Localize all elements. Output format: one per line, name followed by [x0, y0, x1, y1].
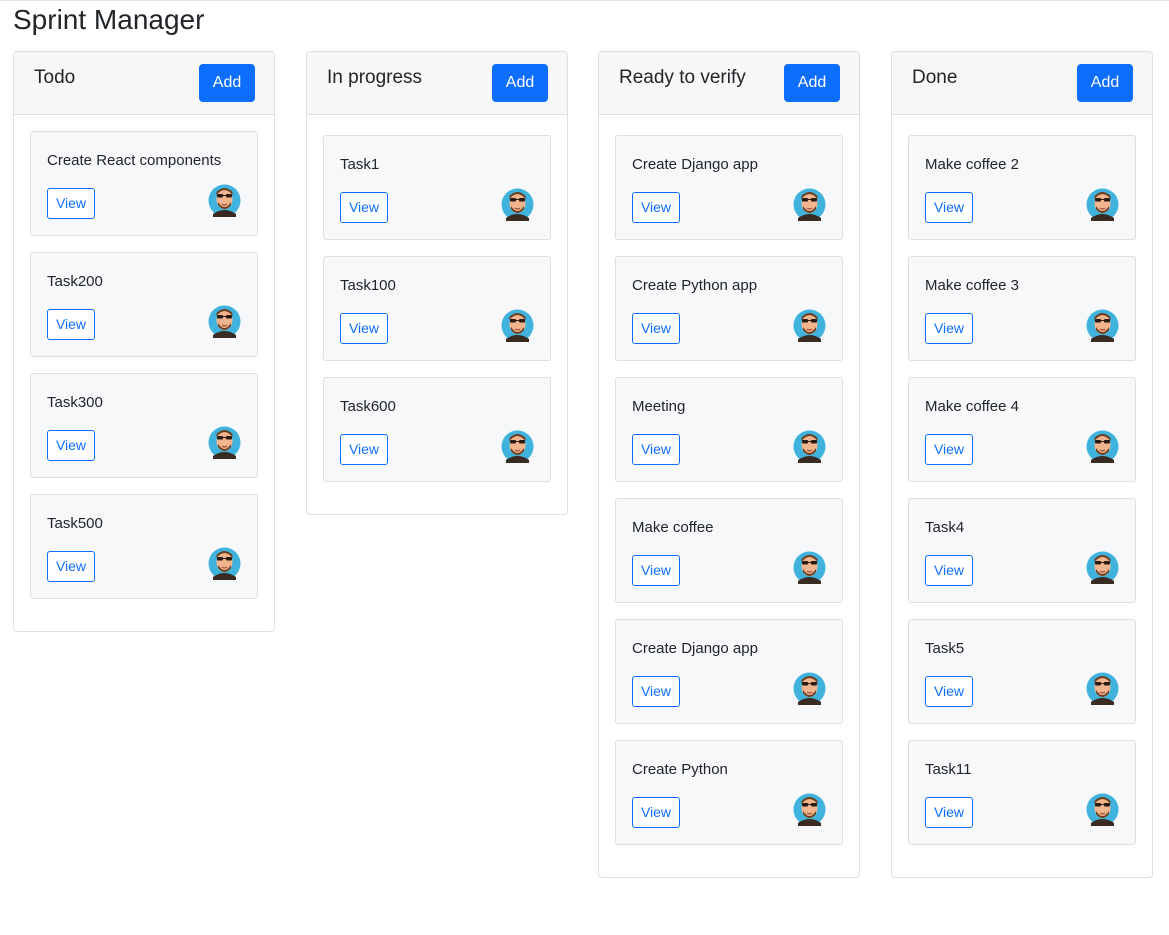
task-card: Create Python View	[615, 740, 843, 845]
task-card: Create React components View	[30, 131, 258, 236]
column-header: Todo Add	[14, 52, 274, 115]
task-card: Task4 View	[908, 498, 1136, 603]
user-avatar-icon	[501, 430, 534, 463]
user-avatar-icon	[1086, 309, 1119, 342]
view-button[interactable]: View	[632, 434, 680, 465]
task-card: Task500 View	[30, 494, 258, 599]
user-avatar-icon	[793, 672, 826, 705]
column-title: In progress	[327, 67, 423, 88]
task-title: Create Python	[632, 761, 728, 778]
add-task-button[interactable]: Add	[199, 64, 255, 102]
column-todo: Todo Add Create React components View Ta…	[13, 51, 275, 632]
user-avatar-icon	[793, 430, 826, 463]
task-card: Task200 View	[30, 252, 258, 357]
column-body: Make coffee 2 View Make coffee 3 View Ma…	[892, 115, 1152, 877]
column-title: Todo	[34, 67, 76, 88]
task-title: Make coffee	[632, 519, 714, 536]
view-button[interactable]: View	[925, 797, 973, 828]
column-title: Ready to verify	[619, 67, 746, 88]
page-title: Sprint Manager	[13, 4, 205, 35]
task-title: Create Django app	[632, 156, 758, 173]
view-button[interactable]: View	[632, 676, 680, 707]
view-button[interactable]: View	[47, 430, 95, 461]
add-task-button[interactable]: Add	[784, 64, 840, 102]
task-title: Task1	[340, 156, 380, 173]
task-card: Task100 View	[323, 256, 551, 361]
task-card: Task600 View	[323, 377, 551, 482]
task-title: Meeting	[632, 398, 686, 415]
task-card: Create Django app View	[615, 135, 843, 240]
user-avatar-icon	[501, 188, 534, 221]
task-title: Create React components	[47, 152, 222, 169]
task-title: Create Python app	[632, 277, 758, 294]
task-card: Make coffee 3 View	[908, 256, 1136, 361]
user-avatar-icon	[501, 309, 534, 342]
task-title: Create Django app	[632, 640, 758, 657]
user-avatar-icon	[208, 426, 241, 459]
user-avatar-icon	[1086, 793, 1119, 826]
user-avatar-icon	[1086, 551, 1119, 584]
user-avatar-icon	[793, 188, 826, 221]
view-button[interactable]: View	[632, 313, 680, 344]
view-button[interactable]: View	[47, 551, 95, 582]
task-title: Make coffee 3	[925, 277, 1019, 294]
view-button[interactable]: View	[340, 313, 388, 344]
task-title: Task5	[925, 640, 965, 657]
task-card: Task11 View	[908, 740, 1136, 845]
user-avatar-icon	[1086, 430, 1119, 463]
task-card: Create Python app View	[615, 256, 843, 361]
column-title: Done	[912, 67, 958, 88]
task-card: Make coffee 2 View	[908, 135, 1136, 240]
column-in-progress: In progress Add Task1 View Task100 View	[306, 51, 568, 515]
view-button[interactable]: View	[925, 676, 973, 707]
task-title: Task100	[340, 277, 396, 294]
task-title: Task4	[925, 519, 965, 536]
view-button[interactable]: View	[925, 313, 973, 344]
column-header: Ready to verify Add	[599, 52, 859, 115]
task-title: Make coffee 4	[925, 398, 1019, 415]
view-button[interactable]: View	[632, 555, 680, 586]
view-button[interactable]: View	[47, 309, 95, 340]
column-body: Task1 View Task100 View Task600 View	[307, 115, 567, 514]
task-card: Make coffee 4 View	[908, 377, 1136, 482]
column-header: In progress Add	[307, 52, 567, 115]
user-avatar-icon	[793, 309, 826, 342]
task-title: Task300	[47, 394, 103, 411]
add-task-button[interactable]: Add	[492, 64, 548, 102]
column-body: Create React components View Task200 Vie…	[14, 115, 274, 631]
user-avatar-icon	[1086, 188, 1119, 221]
task-card: Meeting View	[615, 377, 843, 482]
view-button[interactable]: View	[632, 797, 680, 828]
user-avatar-icon	[793, 793, 826, 826]
view-button[interactable]: View	[340, 192, 388, 223]
view-button[interactable]: View	[47, 188, 95, 219]
user-avatar-icon	[793, 551, 826, 584]
add-task-button[interactable]: Add	[1077, 64, 1133, 102]
column-header: Done Add	[892, 52, 1152, 115]
user-avatar-icon	[208, 547, 241, 580]
task-card: Create Django app View	[615, 619, 843, 724]
task-title: Task600	[340, 398, 396, 415]
view-button[interactable]: View	[925, 192, 973, 223]
top-divider	[0, 0, 1169, 1]
column-done: Done Add Make coffee 2 View Make coffee …	[891, 51, 1153, 878]
task-title: Task11	[925, 761, 972, 778]
view-button[interactable]: View	[632, 192, 680, 223]
view-button[interactable]: View	[925, 434, 973, 465]
task-title: Task200	[47, 273, 103, 290]
view-button[interactable]: View	[925, 555, 973, 586]
user-avatar-icon	[208, 184, 241, 217]
view-button[interactable]: View	[340, 434, 388, 465]
task-title: Task500	[47, 515, 103, 532]
task-card: Task1 View	[323, 135, 551, 240]
task-card: Task5 View	[908, 619, 1136, 724]
task-card: Task300 View	[30, 373, 258, 478]
user-avatar-icon	[1086, 672, 1119, 705]
column-ready-to-verify: Ready to verify Add Create Django app Vi…	[598, 51, 860, 878]
column-body: Create Django app View Create Python app…	[599, 115, 859, 877]
user-avatar-icon	[208, 305, 241, 338]
task-title: Make coffee 2	[925, 156, 1019, 173]
task-card: Make coffee View	[615, 498, 843, 603]
